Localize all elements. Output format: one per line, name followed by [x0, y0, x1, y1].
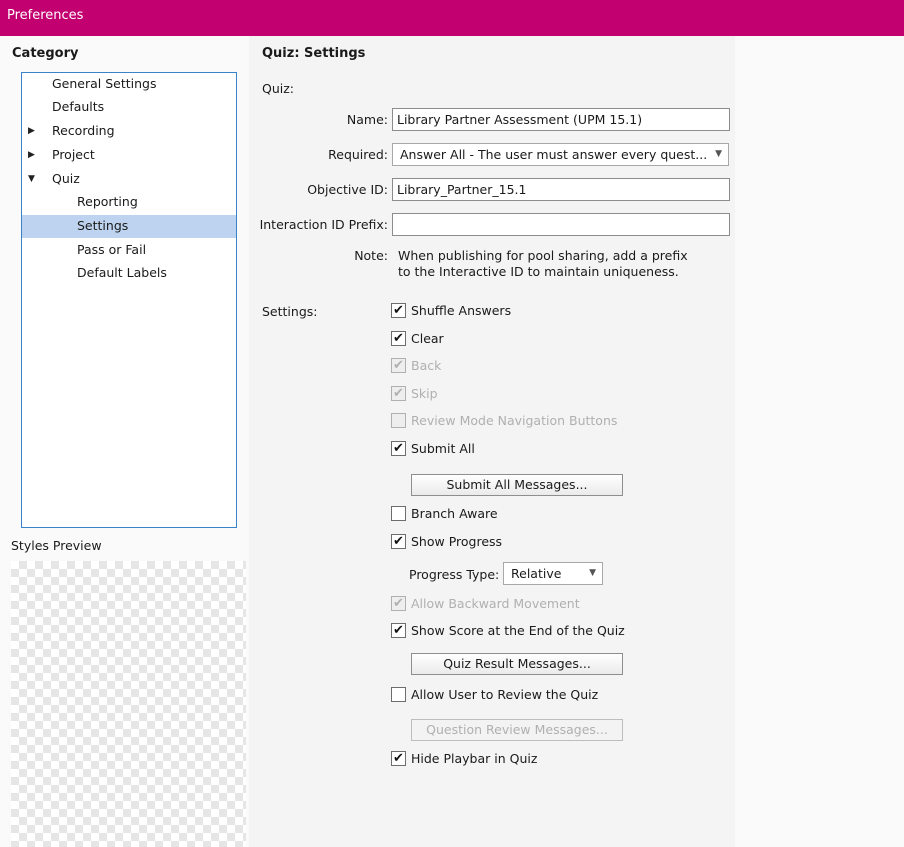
- name-input[interactable]: [392, 108, 730, 131]
- category-heading: Category: [12, 46, 79, 61]
- submit-all-label: Submit All: [411, 441, 475, 456]
- tree-item-pass-or-fail[interactable]: Pass or Fail: [22, 239, 236, 262]
- settings-label: Settings:: [262, 304, 318, 319]
- objective-id-input[interactable]: [392, 178, 730, 201]
- submit-all-messages-button[interactable]: Submit All Messages...: [411, 474, 623, 496]
- skip-checkbox: ✔: [391, 386, 406, 401]
- tree-item-label: Settings: [77, 218, 129, 233]
- dropdown-arrow-icon: ▼: [715, 149, 722, 159]
- collapse-arrow-icon[interactable]: ▼: [28, 168, 35, 190]
- tree-item-label: Reporting: [77, 194, 138, 209]
- tree-item-defaults[interactable]: Defaults: [22, 96, 236, 119]
- progress-type-select[interactable]: Relative ▼: [503, 562, 603, 585]
- required-select[interactable]: Answer All - The user must answer every …: [392, 143, 729, 166]
- show-score-checkbox[interactable]: ✔: [391, 623, 406, 638]
- skip-label: Skip: [411, 386, 438, 401]
- hide-playbar-label: Hide Playbar in Quiz: [411, 751, 538, 766]
- expand-arrow-icon[interactable]: ▶: [28, 120, 35, 142]
- dropdown-arrow-icon: ▼: [589, 568, 596, 578]
- tree-item-label: Defaults: [52, 99, 105, 114]
- submit-all-checkbox[interactable]: ✔: [391, 441, 406, 456]
- clear-label: Clear: [411, 331, 444, 346]
- review-nav-checkbox: [391, 413, 406, 428]
- allow-review-label: Allow User to Review the Quiz: [411, 687, 599, 702]
- allow-backward-checkbox: ✔: [391, 596, 406, 611]
- note-label: Note:: [354, 248, 388, 263]
- interaction-id-prefix-input[interactable]: [392, 213, 730, 236]
- tree-item-general-settings[interactable]: General Settings: [22, 73, 236, 96]
- allow-review-checkbox[interactable]: [391, 687, 406, 702]
- objective-id-label: Objective ID:: [307, 182, 388, 197]
- window-titlebar: Preferences: [0, 0, 904, 36]
- branch-aware-label: Branch Aware: [411, 506, 498, 521]
- show-progress-label: Show Progress: [411, 534, 503, 549]
- note-line-1: When publishing for pool sharing, add a …: [398, 248, 688, 263]
- tree-item-label: Quiz: [52, 171, 80, 186]
- styles-preview-area: [11, 561, 246, 847]
- clear-checkbox[interactable]: ✔: [391, 331, 406, 346]
- tree-item-label: Project: [52, 147, 95, 162]
- allow-backward-label: Allow Backward Movement: [411, 596, 580, 611]
- shuffle-answers-checkbox[interactable]: ✔: [391, 303, 406, 318]
- note-line-2: to the Interactive ID to maintain unique…: [398, 264, 679, 279]
- back-label: Back: [411, 358, 442, 373]
- window-title: Preferences: [7, 8, 84, 23]
- panel-title: Quiz: Settings: [262, 46, 366, 61]
- progress-type-label: Progress Type:: [409, 567, 500, 582]
- tree-item-label: Pass or Fail: [77, 242, 147, 257]
- shuffle-answers-label: Shuffle Answers: [411, 303, 512, 318]
- interaction-id-prefix-label: Interaction ID Prefix:: [259, 217, 388, 232]
- hide-playbar-checkbox[interactable]: ✔: [391, 751, 406, 766]
- tree-item-recording[interactable]: ▶ Recording: [22, 120, 236, 143]
- tree-item-label: General Settings: [52, 76, 157, 91]
- tree-item-settings[interactable]: Settings: [22, 215, 236, 238]
- back-checkbox: ✔: [391, 358, 406, 373]
- quiz-result-messages-button[interactable]: Quiz Result Messages...: [411, 653, 623, 675]
- question-review-messages-button: Question Review Messages...: [411, 719, 623, 741]
- review-nav-label: Review Mode Navigation Buttons: [411, 413, 618, 428]
- branch-aware-checkbox[interactable]: [391, 506, 406, 521]
- required-label: Required:: [328, 147, 388, 162]
- styles-preview-label: Styles Preview: [11, 538, 102, 553]
- show-progress-checkbox[interactable]: ✔: [391, 534, 406, 549]
- tree-item-quiz[interactable]: ▼ Quiz: [22, 168, 236, 191]
- name-label: Name:: [346, 112, 388, 127]
- quiz-section-label: Quiz:: [262, 81, 295, 96]
- category-tree[interactable]: General Settings Defaults ▶ Recording ▶ …: [21, 72, 237, 528]
- tree-item-default-labels[interactable]: Default Labels: [22, 262, 236, 285]
- show-score-label: Show Score at the End of the Quiz: [411, 623, 625, 638]
- tree-item-label: Recording: [52, 123, 115, 138]
- expand-arrow-icon[interactable]: ▶: [28, 144, 35, 166]
- tree-item-project[interactable]: ▶ Project: [22, 144, 236, 167]
- tree-item-label: Default Labels: [77, 265, 167, 280]
- progress-type-value: Relative: [511, 566, 562, 581]
- tree-item-reporting[interactable]: Reporting: [22, 191, 236, 214]
- required-select-value: Answer All - The user must answer every …: [400, 147, 708, 162]
